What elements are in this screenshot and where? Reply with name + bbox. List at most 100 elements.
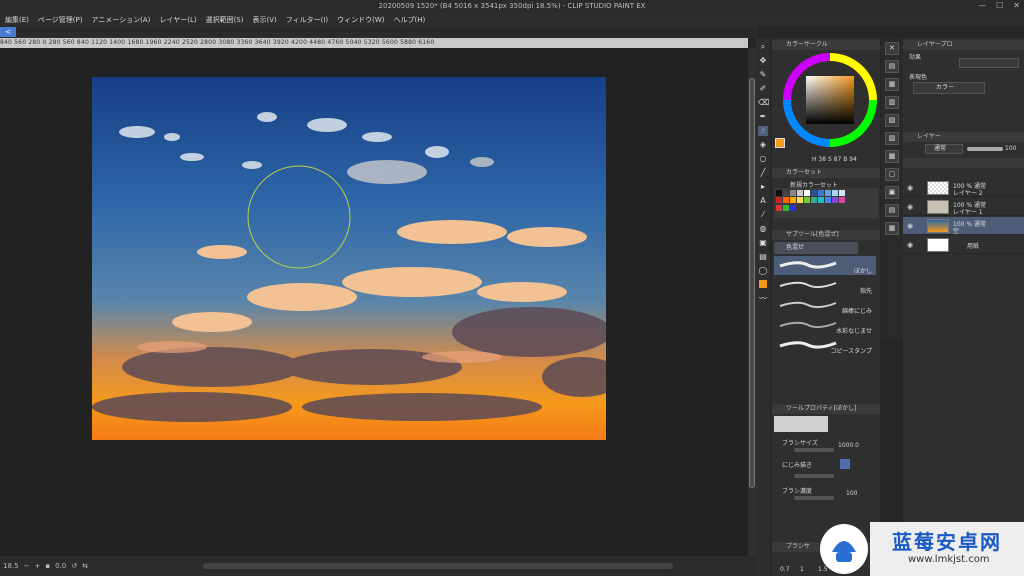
select-tool-icon[interactable]: ▸ xyxy=(758,182,768,192)
color-circle-header[interactable]: カラーサークル xyxy=(772,40,880,50)
current-color-swatch[interactable] xyxy=(775,138,785,148)
blend-mode-select[interactable]: 通常 xyxy=(925,144,963,154)
wave-icon[interactable]: 〰 xyxy=(758,294,768,304)
visibility-eye-icon[interactable]: ◉ xyxy=(907,203,913,211)
visibility-eye-icon[interactable]: ◉ xyxy=(907,184,913,192)
layer-name[interactable]: 空 xyxy=(953,226,959,235)
menu-filter[interactable]: フィルター(I) xyxy=(286,15,328,25)
history-icon[interactable]: ▧ xyxy=(885,114,899,127)
tool-property-header[interactable]: ツールプロパティ[ぼかし] xyxy=(772,404,880,414)
layer-row-selected[interactable]: ◉ 100 % 通常 空 xyxy=(903,217,1024,235)
zoom-in-icon[interactable]: + xyxy=(34,562,40,570)
menu-edit[interactable]: 編集(E) xyxy=(5,15,29,25)
frame-tool-icon[interactable]: ▣ xyxy=(758,238,768,248)
brush-finger[interactable]: 指先 xyxy=(774,276,876,295)
scroll-thumb[interactable] xyxy=(749,78,755,488)
layer-search-icon[interactable]: ▦ xyxy=(885,222,899,235)
blend-slider[interactable] xyxy=(794,474,834,478)
ruler-tool-icon[interactable]: ▤ xyxy=(758,252,768,262)
layer-row[interactable]: ◉ 100 % 通常 レイヤー 1 xyxy=(903,198,1024,216)
menu-page[interactable]: ページ管理(P) xyxy=(38,15,83,25)
brush-size-slider[interactable] xyxy=(794,448,834,452)
search-layer-icon[interactable]: ▦ xyxy=(885,78,899,91)
layer-name[interactable]: レイヤー 2 xyxy=(953,188,983,197)
density-value[interactable]: 100 xyxy=(846,490,857,497)
canvas-vertical-scrollbar[interactable] xyxy=(748,48,756,556)
color-set-header[interactable]: カラーセット xyxy=(772,168,880,178)
brush-size-preset-2[interactable]: 1 xyxy=(800,566,804,573)
layer-property-header[interactable]: レイヤープロ xyxy=(903,40,1024,50)
move-tool-icon[interactable]: ✥ xyxy=(758,56,768,66)
effect-buttons[interactable] xyxy=(959,58,1019,68)
balloon-tool-icon[interactable]: ◯ xyxy=(758,266,768,276)
fill-tool-icon[interactable]: ◈ xyxy=(758,140,768,150)
opacity-slider[interactable] xyxy=(967,147,1003,151)
menu-view[interactable]: 表示(V) xyxy=(252,15,276,25)
sub-tool-header[interactable]: サブツール[色混ぜ] xyxy=(772,230,880,240)
minimize-icon[interactable]: — xyxy=(978,1,986,10)
sky-painting[interactable] xyxy=(92,77,606,440)
material-icon[interactable]: ▨ xyxy=(885,132,899,145)
blend-tool-icon[interactable]: ☝ xyxy=(758,126,768,136)
item-bank-icon[interactable]: ▩ xyxy=(885,150,899,163)
layer-thumbnail xyxy=(927,219,949,233)
expression-color-select[interactable]: カラー xyxy=(913,82,985,94)
brush-tool-icon[interactable]: ✒ xyxy=(758,112,768,122)
density-slider[interactable] xyxy=(794,496,834,500)
visibility-eye-icon[interactable]: ◉ xyxy=(907,222,913,230)
canvas-tab[interactable]: < xyxy=(0,27,16,37)
blend-label: にじみ描き xyxy=(782,462,813,469)
opacity-value[interactable]: 100 xyxy=(1005,145,1016,152)
blend-toggle-icon[interactable] xyxy=(840,459,850,469)
auto-action-icon[interactable]: ▣ xyxy=(885,186,899,199)
brush-cotton[interactable]: 綿棒にじみ xyxy=(774,296,876,315)
menu-layer[interactable]: レイヤー(L) xyxy=(159,15,196,25)
rotate-icon[interactable]: ↺ xyxy=(71,562,77,570)
angle-value[interactable]: 0.0 xyxy=(55,562,66,570)
zoom-tool-icon[interactable]: ⌕ xyxy=(758,42,768,52)
menu-bar: 編集(E) ページ管理(P) アニメーション(A) レイヤー(L) 選択範囲(S… xyxy=(0,13,1024,26)
maximize-icon[interactable]: ☐ xyxy=(996,1,1003,10)
zoom-out-icon[interactable]: − xyxy=(24,562,30,570)
color-set-swatches[interactable] xyxy=(774,188,878,218)
pen-tool-icon[interactable]: ✎ xyxy=(758,70,768,80)
navigator-icon[interactable]: ✕ xyxy=(885,42,899,55)
brush-blur[interactable]: ぼかし xyxy=(774,256,876,275)
layer-row[interactable]: ◉ 100 % 通常 レイヤー 2 xyxy=(903,179,1024,197)
color-wheel[interactable] xyxy=(782,52,878,148)
layer-name[interactable]: レイヤー 1 xyxy=(953,207,983,216)
brush-watercolor[interactable]: 水彩なじませ xyxy=(774,316,876,335)
quick-access-icon[interactable]: ▢ xyxy=(885,168,899,181)
canvas-tab-bar: < xyxy=(0,26,758,38)
animation-icon[interactable]: ▥ xyxy=(885,96,899,109)
brush-size-value[interactable]: 1000.0 xyxy=(838,442,859,449)
pencil-tool-icon[interactable]: ✐ xyxy=(758,84,768,94)
brush-size-preset-1[interactable]: 0.7 xyxy=(780,566,790,573)
layer-toolbar[interactable] xyxy=(903,158,1024,168)
sub-view-icon[interactable]: ▤ xyxy=(885,60,899,73)
eraser-tool-icon[interactable]: ⌫ xyxy=(758,98,769,108)
layer-row[interactable]: ◉ 用紙 xyxy=(903,236,1024,254)
horizontal-scrollbar[interactable] xyxy=(202,563,673,569)
gradient-tool-icon[interactable]: ◍ xyxy=(758,224,768,234)
eyedropper-tool-icon[interactable]: ⁄ xyxy=(758,210,768,220)
brush-copy-stamp[interactable]: コピースタンプ xyxy=(774,336,876,355)
layer-header[interactable]: レイヤー xyxy=(903,132,1024,142)
main-color-swatch[interactable] xyxy=(759,280,767,288)
flip-icon[interactable]: ⇆ xyxy=(82,562,88,570)
text-tool-icon[interactable]: A xyxy=(758,196,768,206)
visibility-eye-icon[interactable]: ◉ xyxy=(907,241,913,249)
menu-selection[interactable]: 選択範囲(S) xyxy=(206,15,244,25)
line-tool-icon[interactable]: ╱ xyxy=(758,168,768,178)
menu-window[interactable]: ウィンドウ(W) xyxy=(337,15,384,25)
fit-icon[interactable]: ▪ xyxy=(45,562,50,570)
menu-help[interactable]: ヘルプ(H) xyxy=(394,15,426,25)
sub-tool-group-tab[interactable]: 色混ぜ xyxy=(774,242,858,254)
figure-tool-icon[interactable]: ○ xyxy=(758,154,768,164)
info-icon[interactable]: ▤ xyxy=(885,204,899,217)
layer-name[interactable]: 用紙 xyxy=(967,241,979,250)
tool-bar: ⌕ ✥ ✎ ✐ ⌫ ✒ ☝ ◈ ○ ╱ ▸ A ⁄ ◍ ▣ ▤ ◯ 〰 xyxy=(756,38,770,576)
close-icon[interactable]: ✕ xyxy=(1013,1,1020,10)
menu-animation[interactable]: アニメーション(A) xyxy=(91,15,150,25)
zoom-value[interactable]: 18.5 xyxy=(3,562,19,570)
